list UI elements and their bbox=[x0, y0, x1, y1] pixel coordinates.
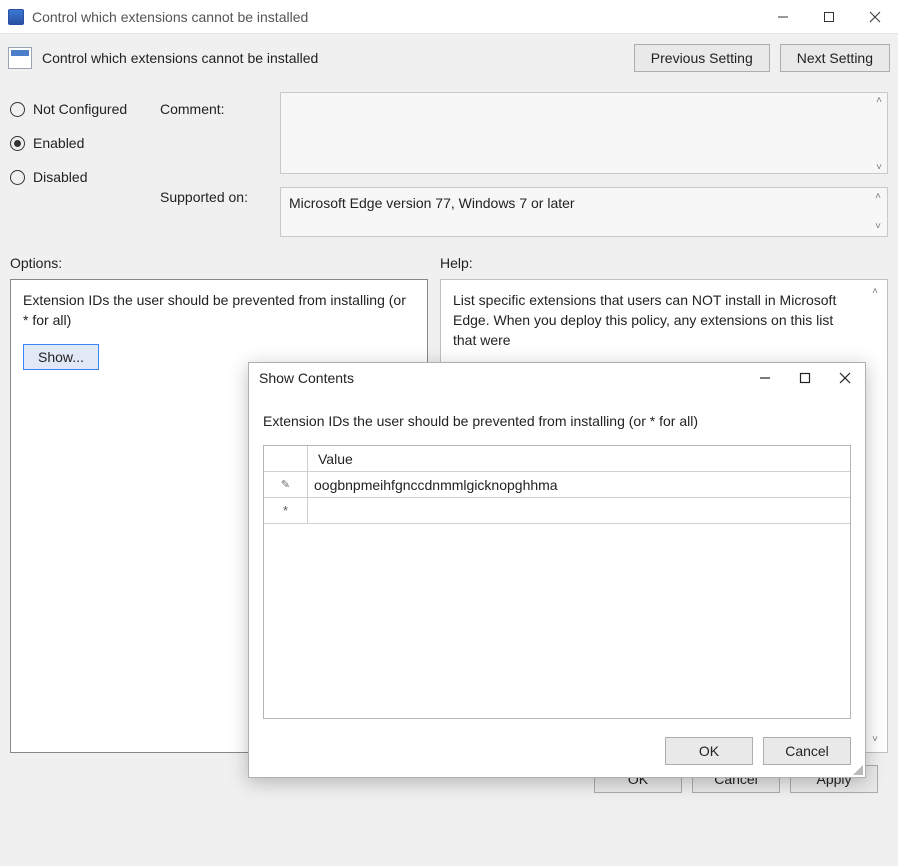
radio-enabled[interactable]: Enabled bbox=[10, 128, 160, 158]
dialog-maximize-button[interactable] bbox=[785, 363, 825, 393]
supported-on-field: Microsoft Edge version 77, Windows 7 or … bbox=[280, 187, 888, 237]
dialog-minimize-button[interactable] bbox=[745, 363, 785, 393]
minimize-button[interactable] bbox=[760, 0, 806, 34]
chevron-down-icon[interactable]: ˅ bbox=[872, 161, 886, 175]
radio-label: Enabled bbox=[33, 135, 84, 151]
radio-not-configured[interactable]: Not Configured bbox=[10, 94, 160, 124]
show-contents-dialog: Show Contents Extension IDs the user sho… bbox=[248, 362, 866, 778]
dialog-close-button[interactable] bbox=[825, 363, 865, 393]
close-button[interactable] bbox=[852, 0, 898, 34]
help-label: Help: bbox=[440, 255, 888, 271]
options-label: Options: bbox=[10, 255, 440, 271]
radio-label: Not Configured bbox=[33, 101, 127, 117]
radio-icon bbox=[10, 170, 25, 185]
header-row: Control which extensions cannot be insta… bbox=[0, 34, 898, 82]
options-text: Extension IDs the user should be prevent… bbox=[23, 290, 415, 330]
chevron-down-icon[interactable]: ˅ bbox=[867, 732, 883, 748]
radio-disabled[interactable]: Disabled bbox=[10, 162, 160, 192]
app-icon bbox=[8, 9, 24, 25]
supported-on-text: Microsoft Edge version 77, Windows 7 or … bbox=[289, 195, 575, 211]
radio-label: Disabled bbox=[33, 169, 87, 185]
grid-header-row: Value bbox=[264, 446, 850, 472]
window-title: Control which extensions cannot be insta… bbox=[32, 9, 308, 25]
values-grid: Value ✎ * bbox=[263, 445, 851, 719]
new-row-icon: * bbox=[264, 498, 308, 523]
table-row-new[interactable]: * bbox=[264, 498, 850, 524]
page-title: Control which extensions cannot be insta… bbox=[42, 50, 318, 66]
policy-icon bbox=[8, 47, 32, 69]
maximize-button[interactable] bbox=[806, 0, 852, 34]
chevron-down-icon[interactable]: ˅ bbox=[871, 220, 885, 234]
chevron-up-icon[interactable]: ˄ bbox=[867, 284, 883, 300]
value-cell-input[interactable] bbox=[314, 472, 844, 497]
table-row: ✎ bbox=[264, 472, 850, 498]
resize-grip[interactable] bbox=[851, 763, 863, 775]
radio-icon bbox=[10, 102, 25, 117]
dialog-ok-button[interactable]: OK bbox=[665, 737, 753, 765]
dialog-title-bar: Show Contents bbox=[249, 363, 865, 393]
dialog-footer: OK Cancel bbox=[249, 727, 865, 777]
chevron-up-icon[interactable]: ˄ bbox=[871, 190, 885, 204]
help-text: List specific extensions that users can … bbox=[453, 292, 836, 348]
comment-field[interactable] bbox=[280, 92, 888, 174]
supported-label: Supported on: bbox=[160, 182, 280, 212]
show-button[interactable]: Show... bbox=[23, 344, 99, 370]
dialog-cancel-button[interactable]: Cancel bbox=[763, 737, 851, 765]
next-setting-button[interactable]: Next Setting bbox=[780, 44, 890, 72]
chevron-up-icon[interactable]: ˄ bbox=[872, 94, 886, 108]
edit-row-icon[interactable]: ✎ bbox=[264, 472, 308, 497]
grid-row-header-blank bbox=[264, 446, 308, 471]
comment-label: Comment: bbox=[160, 94, 280, 124]
title-bar: Control which extensions cannot be insta… bbox=[0, 0, 898, 34]
dialog-label: Extension IDs the user should be prevent… bbox=[263, 413, 851, 429]
dialog-title: Show Contents bbox=[259, 370, 354, 386]
grid-header-value: Value bbox=[308, 446, 850, 471]
radio-icon bbox=[10, 136, 25, 151]
previous-setting-button[interactable]: Previous Setting bbox=[634, 44, 770, 72]
